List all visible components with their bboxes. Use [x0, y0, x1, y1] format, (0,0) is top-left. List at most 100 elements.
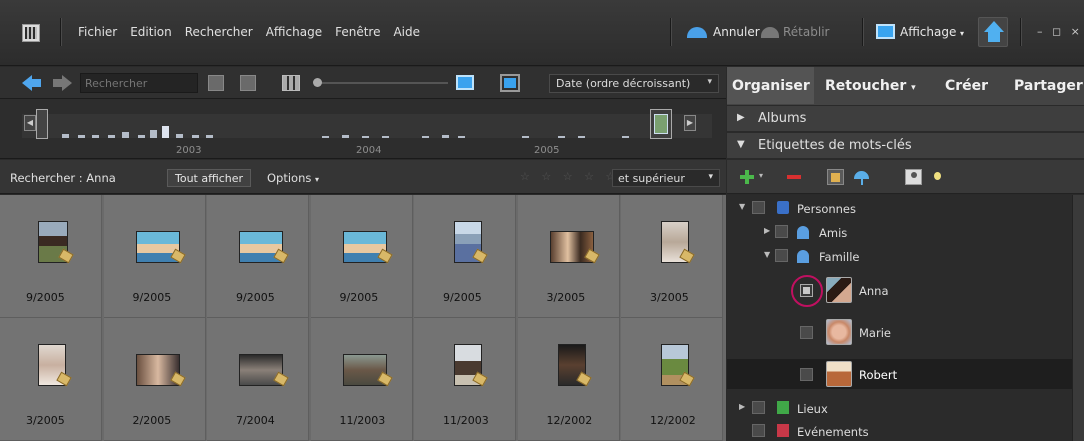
tag-checkbox[interactable]: [800, 368, 813, 381]
tag-row-anna[interactable]: Anna: [727, 275, 1072, 305]
chevron-down-icon: ▾: [708, 172, 713, 182]
timeline-histogram-bar: [322, 136, 329, 138]
tab-retoucher-caret: ▾: [911, 83, 916, 93]
search-input[interactable]: [80, 73, 198, 93]
tree-expanded-arrow-icon[interactable]: ▼: [739, 202, 745, 211]
rotate-right-icon[interactable]: [240, 75, 256, 91]
thumbnail-size-slider-knob[interactable]: [313, 78, 322, 87]
tag-row-evenements[interactable]: Evénements: [727, 420, 1072, 441]
display-menu-button[interactable]: Affichage: [900, 25, 956, 39]
options-menu-button[interactable]: Options ▾: [267, 171, 319, 185]
forward-arrow-icon[interactable]: [52, 75, 72, 91]
photo-thumbnail-cell[interactable]: 11/2003: [414, 318, 516, 441]
home-icon[interactable]: [978, 17, 1008, 47]
menu-separator: [60, 18, 61, 46]
timeline-histogram-bar: [458, 136, 465, 138]
photo-date: 2/2005: [132, 414, 172, 427]
timeline-track[interactable]: [22, 114, 712, 138]
add-tag-caret[interactable]: ▾: [759, 171, 763, 180]
timeline[interactable]: ◀ ▶ 2003 2004 2005: [0, 99, 726, 159]
photo-date: 12/2002: [650, 414, 696, 427]
tag-checkbox[interactable]: [752, 401, 765, 414]
tag-checkbox[interactable]: [775, 225, 788, 238]
timeline-histogram-bar: [92, 135, 99, 138]
tab-organiser[interactable]: Organiser: [727, 67, 814, 104]
thumbnail-grid-icon[interactable]: [282, 75, 300, 91]
single-photo-view-icon[interactable]: [456, 75, 474, 90]
thumbnail-size-slider-track[interactable]: [318, 82, 448, 84]
tag-tree-scrollbar[interactable]: [1072, 195, 1084, 441]
tag-label: Evénements: [797, 425, 869, 439]
tab-retoucher[interactable]: Retoucher ▾: [825, 67, 916, 104]
timeline-histogram-bar: [422, 136, 429, 138]
photo-thumbnail-cell[interactable]: 9/2005: [103, 195, 206, 318]
tag-row-marie[interactable]: Marie: [727, 317, 1072, 347]
tab-partager[interactable]: Partager: [1014, 67, 1083, 104]
photo-thumbnail-cell[interactable]: 9/2005: [207, 195, 309, 318]
timeline-right-arrow[interactable]: ▶: [684, 115, 696, 131]
timeline-histogram-bar: [522, 136, 529, 138]
menu-aide[interactable]: Aide: [393, 25, 420, 39]
highlight-circle: [791, 275, 823, 307]
tree-collapsed-arrow-icon[interactable]: ▶: [764, 226, 770, 235]
photo-thumbnail-cell[interactable]: 3/2005: [517, 195, 620, 318]
photo-thumbnail-cell[interactable]: 12/2002: [621, 318, 723, 441]
lightbulb-icon[interactable]: [929, 169, 946, 185]
tag-view-icon[interactable]: [827, 169, 844, 185]
timeline-histogram-bar: [192, 135, 199, 138]
photo-thumbnail-cell[interactable]: 3/2005: [0, 318, 102, 441]
tree-collapsed-arrow-icon[interactable]: ▶: [739, 402, 745, 411]
menu-affichage[interactable]: Affichage: [266, 25, 322, 39]
face-thumbnail-anna: [826, 277, 852, 303]
menu-fenetre[interactable]: Fenêtre: [335, 25, 380, 39]
photo-thumbnail-cell[interactable]: 11/2003: [310, 318, 413, 441]
sort-order-dropdown[interactable]: Date (ordre décroissant) ▾: [549, 74, 719, 93]
delete-tag-icon[interactable]: [787, 175, 801, 179]
timeline-end-handle[interactable]: [650, 109, 672, 139]
photo-thumbnail-cell[interactable]: 2/2005: [103, 318, 206, 441]
tag-checkbox[interactable]: [775, 249, 788, 262]
tab-creer[interactable]: Créer: [945, 67, 988, 104]
timeline-histogram-bar: [176, 134, 183, 138]
photo-thumbnail-cell[interactable]: 9/2005: [414, 195, 516, 318]
add-tag-icon[interactable]: [740, 170, 754, 184]
timeline-histogram-bar: [138, 135, 145, 138]
timeline-left-arrow[interactable]: ◀: [24, 115, 36, 131]
tag-row-amis[interactable]: ▶ Amis: [727, 221, 1072, 243]
tag-checkbox[interactable]: [752, 201, 765, 214]
tree-expanded-arrow-icon[interactable]: ▼: [764, 250, 770, 259]
albums-label: Albums: [758, 111, 807, 126]
back-arrow-icon[interactable]: [22, 75, 42, 91]
undo-icon[interactable]: [687, 27, 707, 38]
display-icon[interactable]: [876, 24, 895, 39]
star-rating-filter[interactable]: ☆ ☆ ☆ ☆ ☆: [520, 170, 619, 183]
photo-thumbnail-cell[interactable]: 9/2005: [310, 195, 413, 318]
photo-thumbnail-cell[interactable]: 3/2005: [621, 195, 723, 318]
photo-thumbnail-cell[interactable]: 9/2005: [0, 195, 102, 318]
albums-section-header[interactable]: ▶ Albums: [727, 106, 1084, 132]
menu-rechercher[interactable]: Rechercher: [185, 25, 253, 39]
tag-row-famille[interactable]: ▼ Famille: [727, 245, 1072, 267]
window-controls[interactable]: – ◻ ×: [1037, 25, 1083, 38]
tag-row-robert[interactable]: Robert: [727, 359, 1072, 389]
umbrella-icon[interactable]: [853, 169, 870, 185]
redo-button[interactable]: Rétablir: [783, 25, 829, 39]
menu-separator: [1020, 18, 1021, 46]
menu-edition[interactable]: Edition: [130, 25, 172, 39]
app-menu-icon[interactable]: [22, 24, 40, 42]
rating-comparison-dropdown[interactable]: et supérieur ▾: [612, 169, 720, 187]
tag-row-personnes[interactable]: ▼ Personnes: [727, 197, 1072, 219]
photo-thumbnail-cell[interactable]: 7/2004: [207, 318, 309, 441]
tag-checkbox[interactable]: [752, 424, 765, 437]
photo-thumbnail-cell[interactable]: 12/2002: [517, 318, 620, 441]
undo-button[interactable]: Annuler: [713, 25, 760, 39]
full-screen-icon[interactable]: [500, 74, 520, 92]
tag-checkbox[interactable]: [800, 326, 813, 339]
tag-row-lieux[interactable]: ▶ Lieux: [727, 397, 1072, 419]
keyword-tags-section-header[interactable]: ▼ Etiquettes de mots-clés: [727, 133, 1084, 159]
find-faces-icon[interactable]: [905, 169, 922, 185]
menu-fichier[interactable]: Fichier: [78, 25, 117, 39]
rotate-left-icon[interactable]: [208, 75, 224, 91]
timeline-start-handle[interactable]: [36, 109, 48, 139]
show-all-button[interactable]: Tout afficher: [167, 169, 252, 187]
